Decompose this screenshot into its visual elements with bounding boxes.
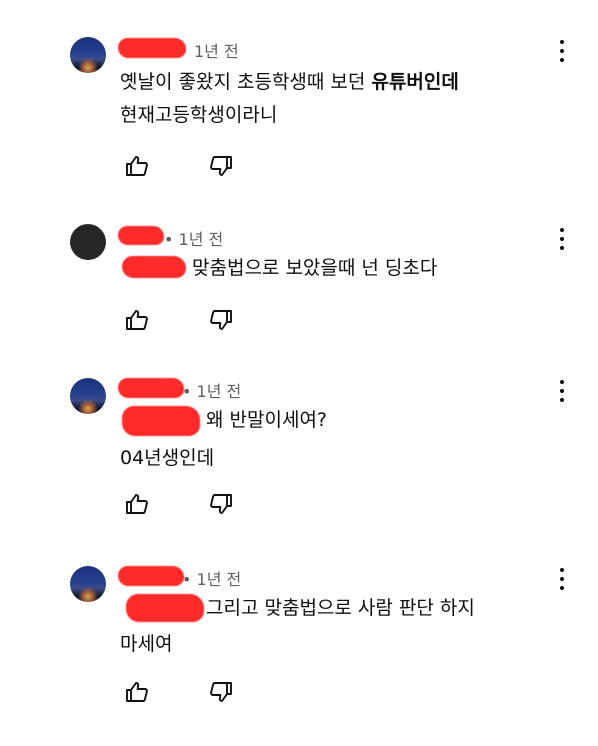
- thumbs-down-icon[interactable]: [208, 680, 234, 704]
- comment-timestamp: • 1년 전: [182, 570, 242, 589]
- comment-text-line: 마세여: [120, 633, 173, 655]
- comment-item: • 1년 전 그리고 맞춤법으로 사람 판단 하지 마세여: [0, 0, 598, 746]
- more-vertical-icon[interactable]: [555, 568, 569, 590]
- redacted-mention: [126, 594, 204, 622]
- avatar[interactable]: [70, 566, 106, 602]
- comment-thread: 1년 전 옛날이 좋왔지 초등학생때 보던 유튜버인데 현재고등학생이라니 • …: [0, 0, 598, 746]
- thumbs-up-icon[interactable]: [124, 680, 150, 704]
- redacted-username: [118, 566, 184, 586]
- comment-text-line: 그리고 맞춤법으로 사람 판단 하지: [206, 597, 475, 619]
